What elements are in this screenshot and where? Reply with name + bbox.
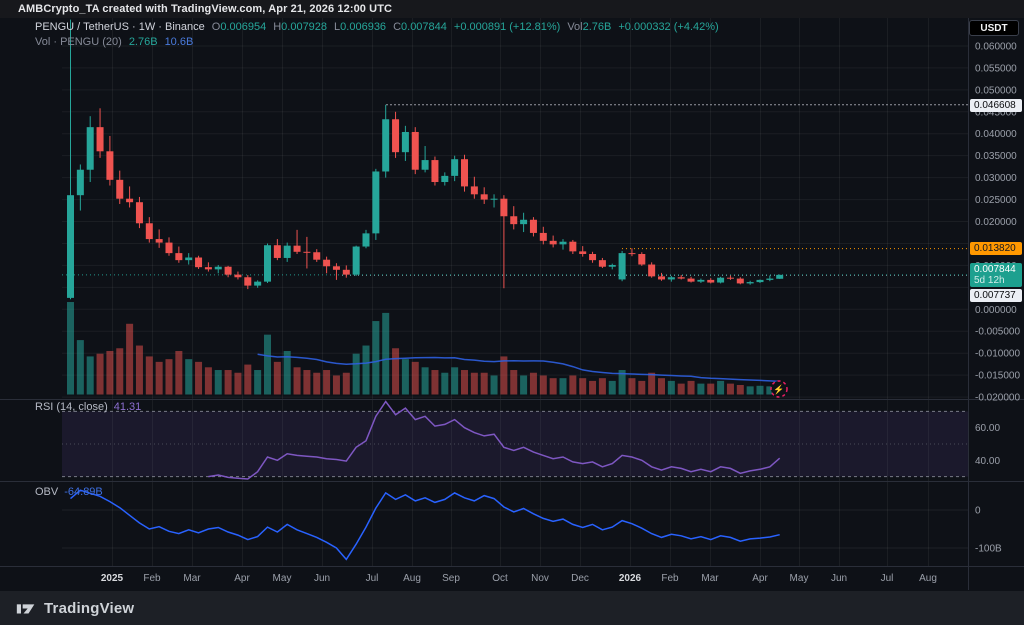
svg-text:-0.015000: -0.015000 [975,371,1020,382]
svg-text:0.055000: 0.055000 [975,63,1017,74]
rsi-indicator-row[interactable]: RSI (14, close) 41.31 [35,401,141,413]
bar-countdown: 5d 12h [974,275,1022,286]
time-axis-label: 2025 [101,573,124,584]
svg-text:-0.010000: -0.010000 [975,349,1020,360]
ohlc-close: C0.007844 [393,21,447,33]
svg-text:0.040000: 0.040000 [975,129,1017,140]
time-axis-label: Dec [571,573,589,584]
resistance-price-label[interactable]: 0.013820 [970,242,1022,255]
svg-text:0.000000: 0.000000 [975,305,1017,316]
time-axis-label: Feb [143,573,161,584]
support-price-label[interactable]: 0.007737 [970,289,1022,302]
svg-text:40.00: 40.00 [975,456,1000,467]
tradingview-brand-text[interactable]: TradingView [44,600,134,617]
tradingview-chart-window: ⚡0.0600000.0550000.0500000.0450000.04000… [0,0,1024,625]
ohlc-open: O0.006954 [212,21,266,33]
svg-text:0.050000: 0.050000 [975,85,1017,96]
volume-current-value: 2.76B [129,36,158,48]
svg-text:0.035000: 0.035000 [975,151,1017,162]
price-change: +0.000891 (+12.81%) [454,21,560,33]
tradingview-logo-icon[interactable] [16,600,36,617]
svg-text:60.00: 60.00 [975,423,1000,434]
time-axis-label: Feb [661,573,679,584]
svg-text:0: 0 [975,506,981,517]
volume-indicator-label[interactable]: Vol · PENGU (20) [35,36,122,48]
rsi-value: 41.31 [114,401,142,413]
attribution-bar: AMBCrypto_TA created with TradingView.co… [0,0,1024,18]
svg-text:-0.005000: -0.005000 [975,327,1020,338]
svg-text:0.030000: 0.030000 [975,173,1017,184]
obv-label[interactable]: OBV [35,486,58,498]
volume-readout: Vol2.76B [567,21,611,33]
obv-indicator-row[interactable]: OBV -64.89B [35,486,103,498]
volume-ma-value: 10.6B [165,36,194,48]
chart-canvas[interactable]: ⚡0.0600000.0550000.0500000.0450000.04000… [0,0,1024,625]
svg-text:0.025000: 0.025000 [975,195,1017,206]
ohlc-low: L0.006936 [334,21,386,33]
time-axis-label: Nov [531,573,549,584]
time-axis-label: Sep [442,573,460,584]
volume-indicator-row[interactable]: Vol · PENGU (20) 2.76B 10.6B [35,36,193,48]
last-price-value: 0.007844 [974,264,1022,275]
time-axis-label: Jul [366,573,379,584]
svg-text:0.060000: 0.060000 [975,41,1017,52]
time-axis-label: May [790,573,809,584]
svg-text:-100B: -100B [975,544,1002,555]
time-axis-label: Mar [183,573,201,584]
time-axis-label: May [273,573,292,584]
time-axis-label: Oct [492,573,508,584]
time-axis-label: Aug [919,573,937,584]
symbol-legend-row[interactable]: PENGU / TetherUS · 1W · Binance O0.00695… [35,21,719,33]
chart-background [0,0,1024,625]
svg-text:⚡: ⚡ [773,384,784,396]
time-axis-label: Aug [403,573,421,584]
symbol-title[interactable]: PENGU / TetherUS · 1W · Binance [35,21,205,33]
currency-toggle-button[interactable]: USDT [969,20,1019,36]
ath-price-label[interactable]: 0.046608 [970,99,1022,112]
last-price-label[interactable]: 0.007844 5d 12h [970,263,1022,287]
volume-change: +0.000332 (+4.42%) [618,21,718,33]
svg-text:-0.020000: -0.020000 [975,393,1020,404]
time-axis-label: Mar [701,573,719,584]
time-axis-label: 2026 [619,573,642,584]
ohlc-high: H0.007928 [273,21,327,33]
time-axis-label: Apr [752,573,768,584]
time-axis-label: Apr [234,573,250,584]
svg-text:0.020000: 0.020000 [975,217,1017,228]
event-spinner-icon[interactable]: ⚡ [771,381,787,397]
time-axis-label: Jul [881,573,894,584]
attribution-text: AMBCrypto_TA created with TradingView.co… [18,3,392,15]
time-axis-label: Jun [831,573,847,584]
obv-value: -64.89B [64,486,103,498]
rsi-label[interactable]: RSI (14, close) [35,401,108,413]
time-axis-label: Jun [314,573,330,584]
footer-bar: TradingView [0,591,1024,625]
